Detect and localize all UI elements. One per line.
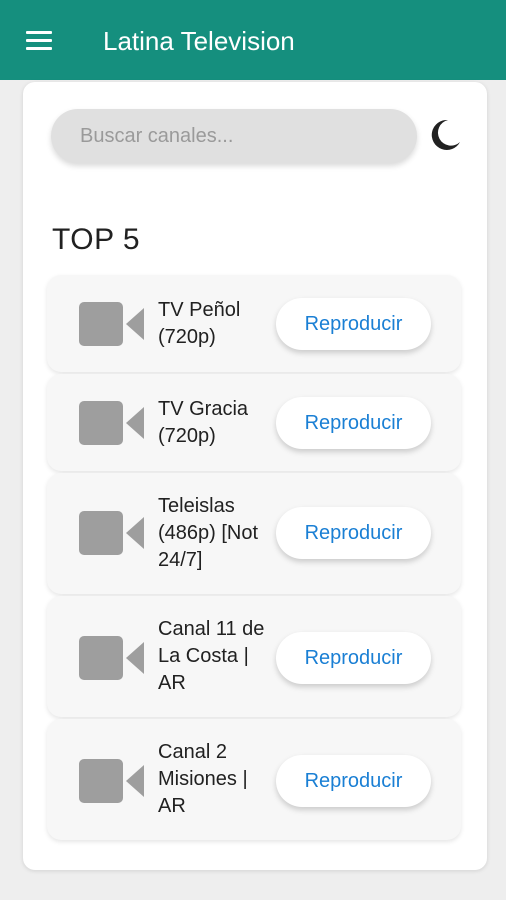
app-bar: Latina Television [0,0,506,80]
hamburger-menu-icon[interactable] [26,29,54,53]
play-button[interactable]: Reproducir [276,507,431,559]
channel-name: Canal 2 Misiones | AR [158,741,248,817]
moon-icon[interactable] [427,117,463,153]
video-camera-icon [79,302,144,346]
play-button[interactable]: Reproducir [276,397,431,449]
channel-item: Canal 2 Misiones | AR Reproducir [47,719,461,840]
section-title: TOP 5 [52,223,141,256]
channel-name: Teleislas (486p) [Not 24/7] [158,495,259,571]
play-button[interactable]: Reproducir [276,755,431,807]
content-card: TOP 5 TV Peñol (720p) Reproducir TV Grac… [23,82,487,870]
search-input[interactable] [51,109,417,163]
channel-item: TV Peñol (720p) Reproducir [47,275,461,372]
video-camera-icon [79,759,144,803]
channel-name: TV Gracia (720p) [158,398,249,447]
play-button[interactable]: Reproducir [276,632,431,684]
play-button[interactable]: Reproducir [276,298,431,350]
channel-list: TV Peñol (720p) Reproducir TV Gracia (72… [47,275,461,842]
channel-item: Canal 11 de La Costa | AR Reproducir [47,596,461,717]
video-camera-icon [79,636,144,680]
video-camera-icon [79,511,144,555]
channel-item: Teleislas (486p) [Not 24/7] Reproducir [47,473,461,594]
app-title: Latina Television [103,26,295,56]
channel-name: TV Peñol (720p) [158,299,241,348]
video-camera-icon [79,401,144,445]
channel-name: Canal 11 de La Costa | AR [158,618,265,694]
channel-item: TV Gracia (720p) Reproducir [47,374,461,471]
